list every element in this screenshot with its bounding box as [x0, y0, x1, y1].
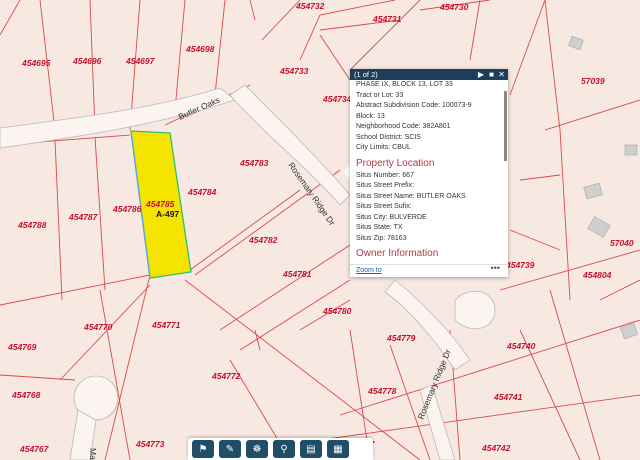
popup-row: Tract or Lot: 33: [356, 91, 404, 99]
parcel-label: 454733: [279, 66, 309, 76]
close-icon[interactable]: ✕: [498, 69, 505, 80]
popup-row: Situs Number: 667: [356, 171, 414, 179]
search-icon[interactable]: ⚲: [273, 440, 295, 458]
popup-row: Situs Street Sufix:: [356, 203, 412, 210]
parcel-label: 454788: [17, 220, 47, 230]
popup-counter: (1 of 2): [354, 70, 378, 79]
popup-scrollbar[interactable]: [504, 91, 507, 161]
parcel-label: 454779: [386, 333, 416, 343]
selected-parcel-tag: A-497: [156, 209, 179, 219]
parcel-label: 454773: [135, 439, 165, 449]
parcel-label: 454770: [83, 322, 113, 332]
popup-row: Situs Street Prefix:: [356, 182, 414, 189]
parcel-label: 454732: [295, 1, 325, 11]
identify-popup[interactable]: (1 of 2) ▶ ■ ✕ PHASE IX, BLOCK 13, LOT 3…: [350, 69, 508, 277]
basemap-icon[interactable]: ▦: [327, 440, 349, 458]
street-label: May: [88, 448, 98, 460]
popup-row: PHASE IX, BLOCK 13, LOT 33: [356, 81, 453, 88]
bookmark-icon[interactable]: ⚑: [192, 440, 214, 458]
parcel-label: 454787: [68, 212, 99, 222]
parcel-label: 454786: [112, 204, 142, 214]
parcel-label: 454769: [7, 342, 37, 352]
parcel-label: 57039: [581, 76, 605, 86]
parcel-label: 454740: [506, 341, 536, 351]
parcel-label: 454739: [505, 260, 535, 270]
parcel-label: 454784: [187, 187, 217, 197]
parcel-label: 454696: [72, 56, 102, 66]
parcel-label: 454778: [367, 386, 397, 396]
parcel-label: 454767: [19, 444, 50, 454]
next-feature-icon[interactable]: ▶: [478, 69, 484, 80]
section-owner-information: Owner Information: [356, 248, 439, 259]
print-icon[interactable]: ▤: [300, 440, 322, 458]
parcel-label: 454730: [439, 2, 469, 12]
parcel-label: 454771: [151, 320, 181, 330]
parcel-label: 454734: [322, 94, 352, 104]
parcel-label: 454742: [481, 443, 511, 453]
popup-row: Situs City: BULVERDE: [356, 213, 427, 221]
parcel-label: 454804: [582, 270, 612, 280]
popup-row: Situs Zip: 78163: [356, 234, 407, 242]
popup-row: Situs Street Name: BUTLER OAKS: [356, 192, 466, 200]
parcel-label: 454785: [145, 199, 175, 209]
popup-row: Neighborhood Code: 382A801: [356, 123, 451, 130]
parcel-label: 454780: [322, 306, 352, 316]
dock-icon[interactable]: ■: [489, 69, 494, 80]
bottom-toolbar: ⚑ ✎ ☸ ⚲ ▤ ▦: [188, 438, 373, 460]
parcel-label: 454772: [211, 371, 241, 381]
popup-row: School District: SCIS: [356, 133, 421, 141]
popup-row: Abstract Subdivision Code: 100073-9: [356, 102, 472, 109]
parcel-label: 454695: [21, 58, 51, 68]
parcel-label: 454783: [239, 158, 269, 168]
popup-row: Block: 13: [356, 112, 385, 120]
parcel-map[interactable]: 454732 454731 454730 454695 454696 45469…: [0, 0, 640, 460]
more-actions-icon[interactable]: •••: [491, 263, 500, 273]
measure-icon[interactable]: ✎: [219, 440, 241, 458]
parcel-label: 454697: [125, 56, 156, 66]
zoom-to-link[interactable]: Zoom to: [356, 265, 382, 276]
popup-body[interactable]: PHASE IX, BLOCK 13, LOT 33 Tract or Lot:…: [350, 80, 508, 265]
parcel-label: 454741: [493, 392, 523, 402]
popup-header: (1 of 2) ▶ ■ ✕: [350, 69, 508, 80]
layers-icon[interactable]: ☸: [246, 440, 268, 458]
popup-footer: Zoom to •••: [350, 263, 508, 277]
parcel-label: 57040: [610, 238, 634, 248]
parcel-label: 454782: [248, 235, 278, 245]
section-property-location: Property Location: [356, 157, 435, 169]
parcel-label: 454768: [11, 390, 41, 400]
parcel-label: 454731: [372, 14, 402, 24]
popup-row: City Limits: CBUL: [356, 144, 411, 151]
popup-row: Situs State: TX: [356, 224, 403, 231]
parcel-label: 454698: [185, 44, 215, 54]
popup-pointer: [343, 165, 350, 179]
parcel-label: 454781: [282, 269, 312, 279]
